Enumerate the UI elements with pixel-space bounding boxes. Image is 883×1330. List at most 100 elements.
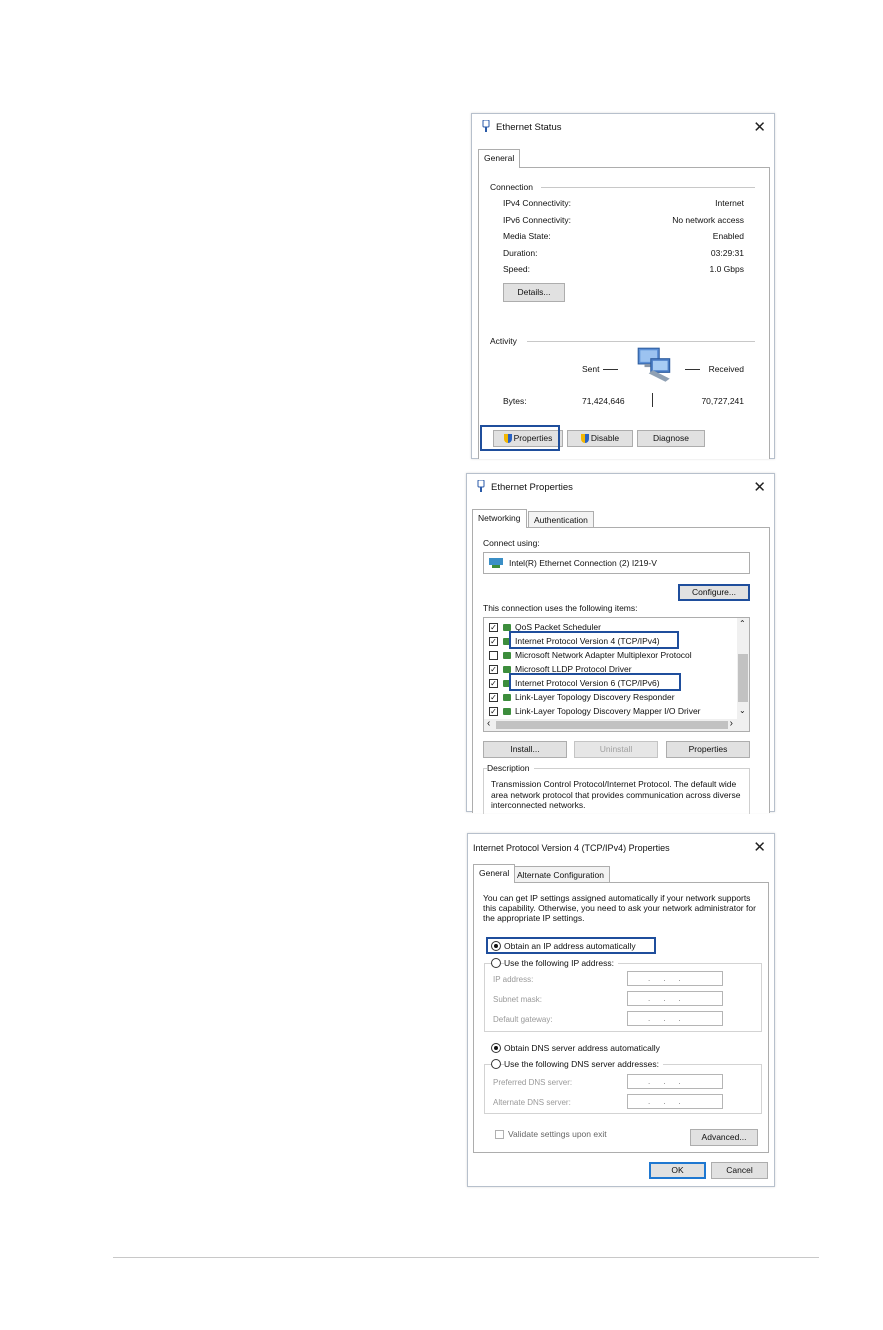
use-following-dns-radio[interactable] [491, 1059, 501, 1069]
adapter-field: Intel(R) Ethernet Connection (2) I219-V [483, 552, 750, 574]
connection-group-label: Connection [490, 182, 538, 192]
general-panel: You can get IP settings assigned automat… [473, 882, 769, 1153]
horizontal-scrollbar[interactable]: ‹ › [484, 718, 749, 731]
uninstall-button[interactable]: Uninstall [574, 741, 658, 758]
scroll-thumb[interactable] [496, 721, 728, 729]
protocol-icon [503, 652, 511, 660]
ipv4-connectivity-value: Internet [715, 198, 744, 208]
dialog-title: Ethernet Properties [491, 482, 573, 493]
item-checkbox[interactable]: ✓ [489, 665, 498, 674]
protocol-icon [503, 666, 511, 674]
subnet-mask-field[interactable]: ... [627, 991, 723, 1006]
item-checkbox[interactable]: ✓ [489, 623, 498, 632]
validate-checkbox[interactable] [495, 1130, 504, 1139]
network-computers-icon [637, 347, 671, 382]
default-gateway-label: Default gateway: [493, 1015, 553, 1024]
list-item[interactable]: ✓ Microsoft LLDP Protocol Driver [489, 663, 729, 676]
intro-text: You can get IP settings assigned automat… [483, 893, 756, 923]
item-label: Link-Layer Topology Discovery Mapper I/O… [515, 706, 701, 716]
title-bar[interactable]: Ethernet Properties ✕ [467, 474, 774, 500]
shield-icon [503, 434, 512, 444]
diagnose-button[interactable]: Diagnose [637, 430, 705, 447]
networking-panel: Connect using: Intel(R) Ethernet Connect… [472, 527, 770, 814]
description-group-label: Description [487, 763, 534, 773]
tab-general[interactable]: General [473, 864, 516, 883]
install-button[interactable]: Install... [483, 741, 567, 758]
obtain-dns-auto-radio[interactable] [491, 1043, 501, 1053]
use-following-dns-label[interactable]: Use the following DNS server addresses: [504, 1059, 663, 1069]
close-icon[interactable]: ✕ [753, 478, 766, 496]
dialog-title: Internet Protocol Version 4 (TCP/IPv4) P… [473, 843, 670, 853]
list-item[interactable]: ✓ Link-Layer Topology Discovery Responde… [489, 691, 729, 704]
ok-button[interactable]: OK [649, 1162, 706, 1179]
cancel-button[interactable]: Cancel [711, 1162, 768, 1179]
alternate-dns-label: Alternate DNS server: [493, 1098, 571, 1107]
scroll-right-icon[interactable]: › [730, 718, 733, 729]
use-following-ip-radio[interactable] [491, 958, 501, 968]
connect-using-label: Connect using: [483, 538, 540, 548]
item-label: QoS Packet Scheduler [515, 622, 601, 632]
close-icon[interactable]: ✕ [753, 118, 766, 136]
obtain-dns-auto-label[interactable]: Obtain DNS server address automatically [504, 1043, 660, 1053]
protocol-icon [503, 638, 511, 646]
media-state-label: Media State: [503, 231, 551, 241]
ipv6-connectivity-label: IPv6 Connectivity: [503, 215, 572, 225]
title-bar[interactable]: Ethernet Status ✕ [472, 114, 774, 140]
title-bar[interactable]: Internet Protocol Version 4 (TCP/IPv4) P… [468, 834, 774, 860]
ipv6-connectivity-value: No network access [672, 215, 744, 225]
alternate-dns-field[interactable]: ... [627, 1094, 723, 1109]
received-label: Received [708, 364, 744, 374]
details-button[interactable]: Details... [503, 283, 565, 302]
divider [541, 187, 755, 188]
tab-authentication[interactable]: Authentication [528, 511, 594, 528]
list-item[interactable]: ✓ Internet Protocol Version 4 (TCP/IPv4) [489, 635, 729, 648]
tab-general[interactable]: General [478, 149, 521, 168]
tab-networking[interactable]: Networking [472, 509, 527, 528]
ip-address-label: IP address: [493, 975, 534, 984]
preferred-dns-field[interactable]: ... [627, 1074, 723, 1089]
properties-button[interactable]: Properties [666, 741, 750, 758]
ip-address-field[interactable]: ... [627, 971, 723, 986]
use-following-ip-label[interactable]: Use the following IP address: [504, 958, 618, 968]
received-line [685, 369, 700, 370]
item-checkbox[interactable]: ✓ [489, 637, 498, 646]
speed-value: 1.0 Gbps [709, 264, 745, 274]
disable-button[interactable]: Disable [567, 430, 633, 447]
general-panel: Connection IPv4 Connectivity: Internet I… [478, 167, 770, 459]
sent-line [603, 369, 618, 370]
speed-label: Speed: [503, 264, 530, 274]
scroll-left-icon[interactable]: ‹ [487, 718, 490, 729]
bytes-separator [652, 393, 653, 407]
vertical-scrollbar[interactable]: ⌃ ⌄ [737, 618, 749, 719]
configure-button[interactable]: Configure... [678, 584, 750, 601]
item-checkbox[interactable]: ✓ [489, 707, 498, 716]
adapter-name: Intel(R) Ethernet Connection (2) I219-V [509, 558, 657, 568]
description-text: Transmission Control Protocol/Internet P… [491, 779, 741, 810]
close-icon[interactable]: ✕ [753, 838, 766, 856]
scroll-down-icon[interactable]: ⌄ [739, 706, 746, 715]
activity-group-label: Activity [490, 336, 521, 346]
tab-alternate-configuration[interactable]: Alternate Configuration [511, 866, 610, 883]
list-item[interactable]: Microsoft Network Adapter Multiplexor Pr… [489, 649, 739, 662]
sent-label: Sent [582, 364, 600, 374]
duration-label: Duration: [503, 248, 538, 258]
ethernet-status-dialog: Ethernet Status ✕ General Connection IPv… [471, 113, 775, 459]
items-list[interactable]: ✓ QoS Packet Scheduler ✓ Internet Protoc… [483, 617, 750, 732]
obtain-ip-auto-label[interactable]: Obtain an IP address automatically [504, 941, 636, 951]
item-checkbox[interactable]: ✓ [489, 693, 498, 702]
item-label: Internet Protocol Version 4 (TCP/IPv4) [515, 636, 660, 646]
item-checkbox[interactable] [489, 651, 498, 660]
obtain-ip-auto-radio[interactable] [491, 941, 501, 951]
list-item[interactable]: ✓ QoS Packet Scheduler [489, 621, 729, 634]
advanced-button[interactable]: Advanced... [690, 1129, 758, 1146]
list-item[interactable]: ✓ Link-Layer Topology Discovery Mapper I… [489, 705, 734, 718]
ipv4-connectivity-label: IPv4 Connectivity: [503, 198, 572, 208]
dialog-title: Ethernet Status [496, 122, 562, 133]
scroll-up-icon[interactable]: ⌃ [739, 619, 746, 628]
ethernet-properties-dialog: Ethernet Properties ✕ Networking Authent… [466, 473, 775, 814]
item-checkbox[interactable]: ✓ [489, 679, 498, 688]
default-gateway-field[interactable]: ... [627, 1011, 723, 1026]
list-item[interactable]: ✓ Internet Protocol Version 6 (TCP/IPv6) [489, 677, 729, 690]
scroll-thumb[interactable] [738, 654, 748, 702]
properties-button[interactable]: Properties [493, 430, 563, 447]
